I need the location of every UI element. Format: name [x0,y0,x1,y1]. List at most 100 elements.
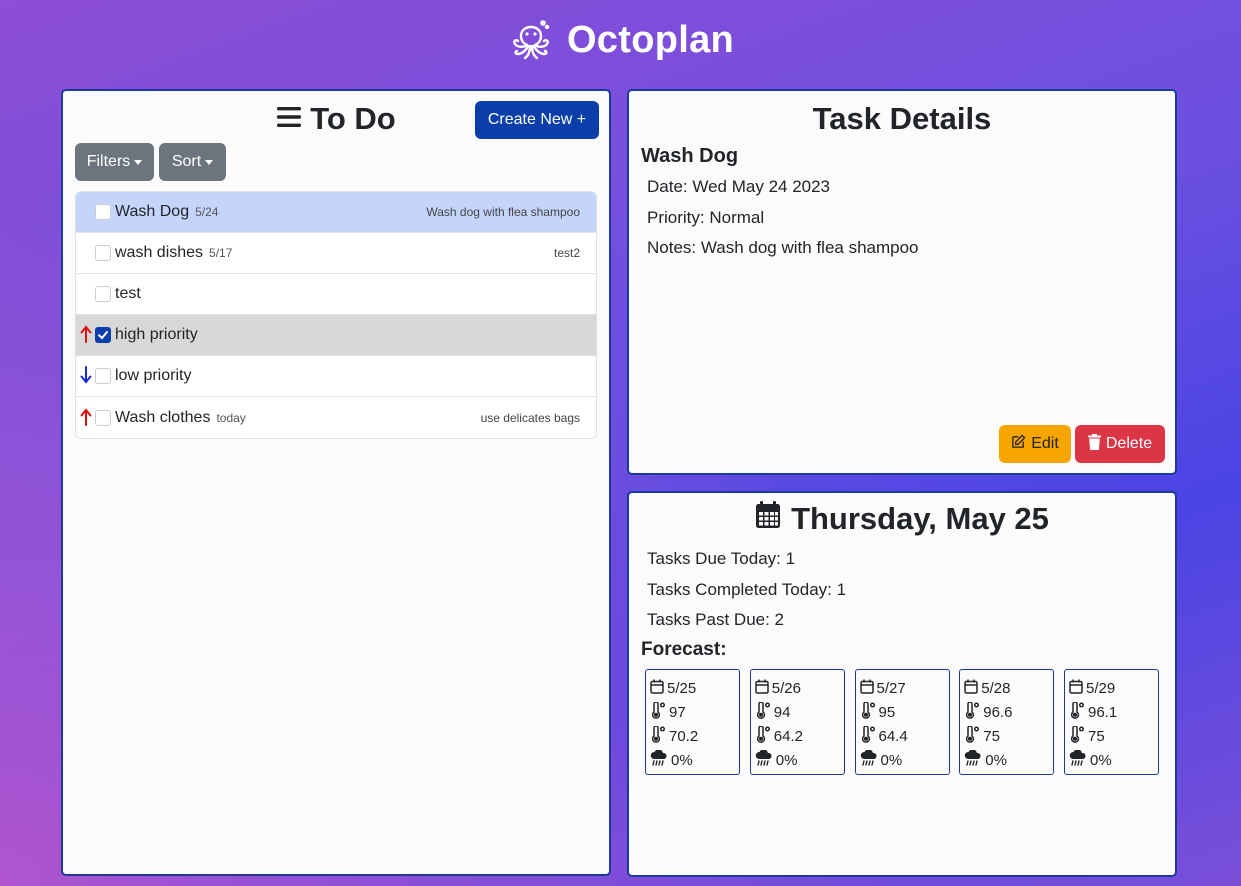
task-checkbox-checked[interactable] [95,327,111,343]
forecast-date: 5/26 [771,679,801,697]
todo-panel: To Do Create New + Filters Sort Wash Dog… [61,89,611,876]
task-name: Wash Dog [115,203,190,220]
task-note: test2 [553,246,580,260]
forecast-precip: 0% [671,751,693,769]
trash-icon [1087,433,1101,455]
forecast-card: 5/28 96.6 75 0% [959,669,1055,775]
task-checkbox[interactable] [95,286,111,302]
forecast-high-row: 97 [650,700,735,724]
delete-label: Delete [1105,435,1153,452]
forecast-date-row: 5/28 [964,676,1049,700]
task-checkbox[interactable] [95,245,111,261]
thermometer-icon [650,700,666,723]
calendar-icon [1069,679,1083,698]
task-note: use delicates bags [480,410,580,425]
forecast-card: 5/25 97 70.2 0% [645,669,740,775]
task-name: low priority [115,367,192,384]
forecast-card: 5/26 94 64.2 0% [749,669,845,775]
forecast-label: Forecast: [641,639,727,660]
forecast-low-row: 70.2 [650,724,735,748]
forecast-date: 5/28 [981,679,1011,697]
detail-notes: Notes: Wash dog with flea shampoo [647,238,919,257]
filters-dropdown-button[interactable]: Filters [75,143,154,181]
task-row[interactable]: Wash clothes today use delicates bags [76,397,596,438]
forecast-high-temp: 94 [773,703,791,721]
forecast-high-temp: 97 [669,703,686,721]
task-checkbox[interactable] [95,204,111,220]
cloud-rain-icon [755,748,773,771]
detail-priority: Priority: Normal [647,208,765,227]
calendar-icon [755,679,769,698]
forecast-high-temp: 96.1 [1088,703,1118,721]
forecast-date: 5/27 [876,679,906,697]
forecast-low-temp: 75 [983,727,1000,745]
thermometer-icon [964,700,980,723]
forecast-low-row: 75 [964,724,1049,748]
arrow-up-icon [80,325,94,345]
calendar-icon [755,501,781,537]
calendar-icon [964,679,978,698]
list-icon [276,101,302,137]
forecast-low-temp: 75 [1088,727,1105,745]
sort-dropdown-button[interactable]: Sort [159,143,226,181]
forecast-precip-row: 0% [860,748,945,772]
task-row[interactable]: Wash Dog 5/24 Wash dog with flea shampoo [76,192,596,233]
forecast-precip: 0% [880,751,903,769]
forecast-date-row: 5/26 [755,676,840,700]
edit-icon [1011,434,1026,454]
task-row[interactable]: test [76,274,596,315]
forecast-card: 5/27 95 64.4 0% [854,669,950,775]
task-row[interactable]: high priority [76,315,596,356]
forecast-low-temp: 70.2 [669,727,699,745]
day-title: Thursday, May 25 [629,501,1175,537]
forecast-date-row: 5/27 [859,676,945,700]
app-header: Octoplan [0,0,1241,80]
tasks-due-today: Tasks Due Today: 1 [647,549,796,568]
detail-date: Date: Wed May 24 2023 [647,177,831,196]
cloud-rain-icon [1069,748,1087,771]
task-row[interactable]: low priority [76,356,596,397]
cloud-rain-icon [860,748,878,771]
forecast-card: 5/29 96.1 75 0% [1064,669,1159,775]
forecast-precip: 0% [775,751,798,769]
task-note: Wash dog with flea shampoo [426,205,580,219]
day-summary-panel: Thursday, May 25 Tasks Due Today: 1 Task… [627,491,1177,877]
create-new-button[interactable]: Create New + [475,101,599,139]
calendar-icon [859,679,874,698]
details-title: Task Details [812,101,992,136]
forecast-low-temp: 64.2 [773,727,803,745]
app-title: Octoplan [566,18,735,61]
tasks-past-due: Tasks Past Due: 2 [647,610,785,629]
arrow-up-icon [80,407,94,428]
priority-arrow-icon [80,284,94,304]
forecast-high-row: 96.1 [1069,700,1154,724]
forecast-date-row: 5/25 [650,676,735,700]
caret-down-icon [134,159,143,165]
day-title-text: Thursday, May 25 [791,501,1049,536]
task-checkbox[interactable] [95,368,111,384]
forecast-low-row: 64.4 [860,724,945,748]
priority-arrow-icon [80,243,94,263]
thermometer-icon [860,700,876,723]
forecast-low-row: 75 [1069,724,1154,748]
forecast-high-temp: 96.6 [983,703,1013,721]
edit-button[interactable]: Edit [999,425,1071,463]
forecast-date: 5/25 [667,679,697,697]
forecast-precip: 0% [985,751,1007,769]
task-row[interactable]: wash dishes 5/17 test2 [76,233,596,274]
task-name: test [115,285,141,302]
task-name: Wash clothes [115,408,211,426]
task-details-panel: Task Details Wash Dog Date: Wed May 24 2… [627,89,1177,475]
todo-title-text: To Do [310,101,396,136]
forecast-precip-row: 0% [650,748,735,772]
forecast-high-row: 94 [755,700,840,724]
octopus-logo-icon [507,14,555,67]
delete-button[interactable]: Delete [1075,425,1165,463]
task-checkbox[interactable] [95,409,111,426]
task-due-date: 5/24 [195,205,219,219]
task-due-date: today [216,410,246,425]
thermometer-icon [650,724,666,747]
forecast-high-row: 95 [860,700,945,724]
forecast-date-row: 5/29 [1069,676,1154,700]
forecast-precip-row: 0% [755,748,840,772]
